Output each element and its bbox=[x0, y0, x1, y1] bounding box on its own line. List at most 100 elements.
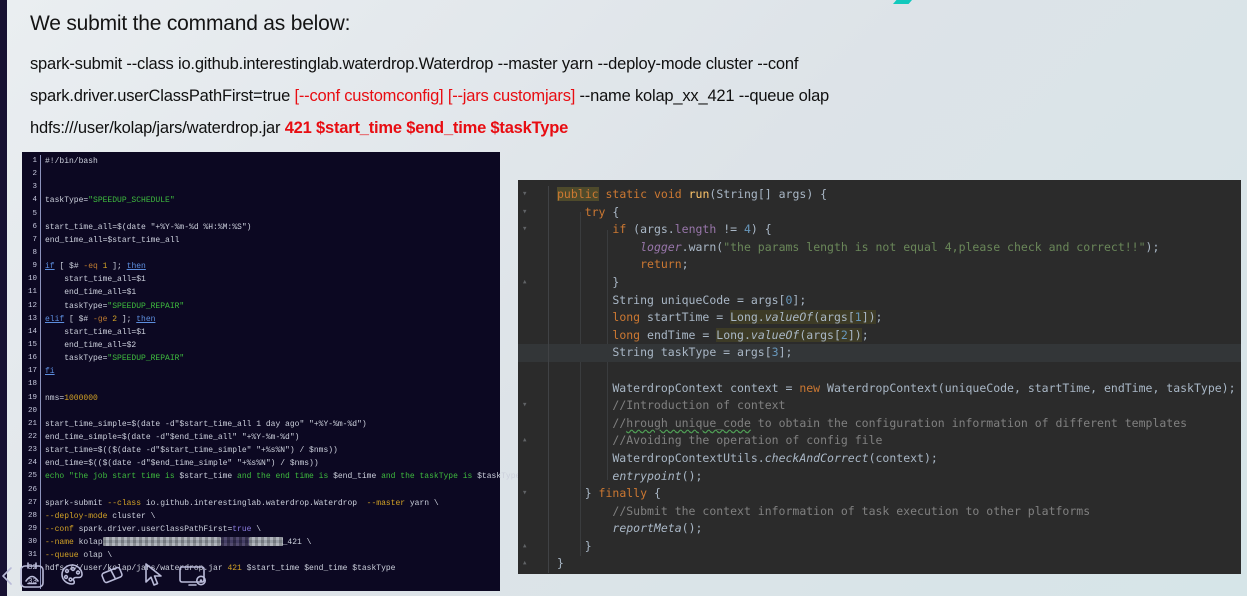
header: We submit the command as below: spark-su… bbox=[30, 12, 1210, 144]
gutter bbox=[518, 380, 549, 398]
code-line: ▴} bbox=[518, 555, 1241, 573]
code-line: logger.warn("the params length is not eq… bbox=[518, 239, 1241, 257]
code-line: 17fi bbox=[22, 365, 500, 378]
screen-record-icon[interactable] bbox=[176, 558, 208, 592]
whiteboard-icon[interactable] bbox=[16, 558, 48, 592]
code-line: 8 bbox=[22, 247, 500, 260]
gutter bbox=[518, 503, 549, 521]
code-line: WaterdropContext context = new Waterdrop… bbox=[518, 380, 1241, 398]
code-line: //hrough unique_code to obtain the confi… bbox=[518, 415, 1241, 433]
fold-close-icon[interactable]: ▴ bbox=[518, 432, 549, 450]
code-line: 30--name kolap_421 \ bbox=[22, 536, 500, 549]
left-edge-strip bbox=[0, 0, 7, 596]
line-number: 16 bbox=[22, 352, 41, 365]
gutter bbox=[518, 520, 549, 538]
code-line: 1#!/bin/bash bbox=[22, 155, 500, 168]
line-number: 19 bbox=[22, 392, 41, 405]
code-line: 13elif [ $# -ge 2 ]; then bbox=[22, 313, 500, 326]
fold-close-icon[interactable]: ▴ bbox=[518, 555, 549, 573]
code-line: return; bbox=[518, 256, 1241, 274]
line-number: 14 bbox=[22, 326, 41, 339]
code-line: 6start_time_all=$(date "+%Y-%m-%d %H:%M:… bbox=[22, 221, 500, 234]
line-number: 30 bbox=[22, 536, 41, 549]
line-number: 12 bbox=[22, 300, 41, 313]
code-line: 14 start_time_all=$1 bbox=[22, 326, 500, 339]
line-number: 3 bbox=[22, 181, 41, 194]
code-line: ▾ } finally { bbox=[518, 485, 1241, 503]
annotation-toolbar bbox=[16, 558, 208, 592]
line-number: 15 bbox=[22, 339, 41, 352]
fold-close-icon[interactable]: ▴ bbox=[518, 274, 549, 292]
code-line: 15 end_time_all=$2 bbox=[22, 339, 500, 352]
cursor-icon[interactable] bbox=[136, 558, 168, 592]
java-code-panel[interactable]: ▾public static void run(String[] args) {… bbox=[518, 180, 1241, 574]
line-number: 27 bbox=[22, 497, 41, 510]
line-number: 21 bbox=[22, 418, 41, 431]
code-line: 7end_time_all=$start_time_all bbox=[22, 234, 500, 247]
line-number: 23 bbox=[22, 444, 41, 457]
code-line: 20 bbox=[22, 405, 500, 418]
line-number: 5 bbox=[22, 208, 41, 221]
gutter bbox=[518, 327, 549, 345]
code-line: 28--deploy-mode cluster \ bbox=[22, 510, 500, 523]
code-line: ▴ //Avoiding the operation of config fil… bbox=[518, 432, 1241, 450]
code-line: 29--conf spark.driver.userClassPathFirst… bbox=[22, 523, 500, 536]
line-number: 28 bbox=[22, 510, 41, 523]
code-line: long endTime = Long.valueOf(args[2]); bbox=[518, 327, 1241, 345]
code-line: ▾ //Introduction of context bbox=[518, 397, 1241, 415]
line-number: 13 bbox=[22, 313, 41, 326]
code-line: 5 bbox=[22, 208, 500, 221]
gutter bbox=[518, 239, 549, 257]
code-line: String taskType = args[3]; bbox=[518, 344, 1241, 362]
fold-open-icon[interactable]: ▾ bbox=[518, 397, 549, 415]
line-number: 1 bbox=[22, 155, 41, 168]
code-line: reportMeta(); bbox=[518, 520, 1241, 538]
fold-close-icon[interactable]: ▴ bbox=[518, 538, 549, 556]
code-line: 22end_time_simple=$(date -d"$end_time_al… bbox=[22, 431, 500, 444]
code-line: 26 bbox=[22, 484, 500, 497]
code-line: long startTime = Long.valueOf(args[1]); bbox=[518, 309, 1241, 327]
fold-open-icon[interactable]: ▾ bbox=[518, 186, 549, 204]
code-line bbox=[518, 362, 1241, 380]
line-number: 17 bbox=[22, 365, 41, 378]
palette-icon[interactable] bbox=[56, 558, 88, 592]
fold-open-icon[interactable]: ▾ bbox=[518, 221, 549, 239]
teal-accent-mark bbox=[893, 0, 912, 4]
line-number: 24 bbox=[22, 457, 41, 470]
line-number: 8 bbox=[22, 247, 41, 260]
line-number: 25 bbox=[22, 470, 41, 483]
line-number: 7 bbox=[22, 234, 41, 247]
code-line: 21start_time_simple=$(date -d"$start_tim… bbox=[22, 418, 500, 431]
toolbar-collapse-chevron-icon[interactable] bbox=[0, 565, 16, 587]
line-number: 2 bbox=[22, 168, 41, 181]
bash-script-panel[interactable]: 1#!/bin/bash234taskType="SPEEDUP_SCHEDUL… bbox=[22, 152, 500, 591]
fold-open-icon[interactable]: ▾ bbox=[518, 204, 549, 222]
code-line: 2 bbox=[22, 168, 500, 181]
gutter bbox=[518, 309, 549, 327]
line-number: 4 bbox=[22, 194, 41, 207]
code-line: 9if [ $# -eq 1 ]; then bbox=[22, 260, 500, 273]
page-title: We submit the command as below: bbox=[30, 12, 1210, 36]
gutter bbox=[518, 415, 549, 433]
code-line: ▾ try { bbox=[518, 204, 1241, 222]
line-number: 29 bbox=[22, 523, 41, 536]
fold-open-icon[interactable]: ▾ bbox=[518, 485, 549, 503]
gutter bbox=[518, 256, 549, 274]
line-number: 18 bbox=[22, 378, 41, 391]
code-line: 16 taskType="SPEEDUP_REPAIR" bbox=[22, 352, 500, 365]
code-line: 12 taskType="SPEEDUP_REPAIR" bbox=[22, 300, 500, 313]
code-line: 19nms=1000000 bbox=[22, 392, 500, 405]
code-line: String uniqueCode = args[0]; bbox=[518, 292, 1241, 310]
code-line: 24end_time=$(($(date -d"$end_time_simple… bbox=[22, 457, 500, 470]
eraser-icon[interactable] bbox=[96, 558, 128, 592]
gutter bbox=[518, 292, 549, 310]
line-number: 20 bbox=[22, 405, 41, 418]
spark-submit-command: spark-submit --class io.github.interesti… bbox=[30, 48, 1210, 144]
line-number: 11 bbox=[22, 286, 41, 299]
code-line: 4taskType="SPEEDUP_SCHEDULE" bbox=[22, 194, 500, 207]
code-line: WaterdropContextUtils.checkAndCorrect(co… bbox=[518, 450, 1241, 468]
line-number: 9 bbox=[22, 260, 41, 273]
line-number: 6 bbox=[22, 221, 41, 234]
code-line: ▴ } bbox=[518, 538, 1241, 556]
gutter bbox=[518, 344, 549, 362]
